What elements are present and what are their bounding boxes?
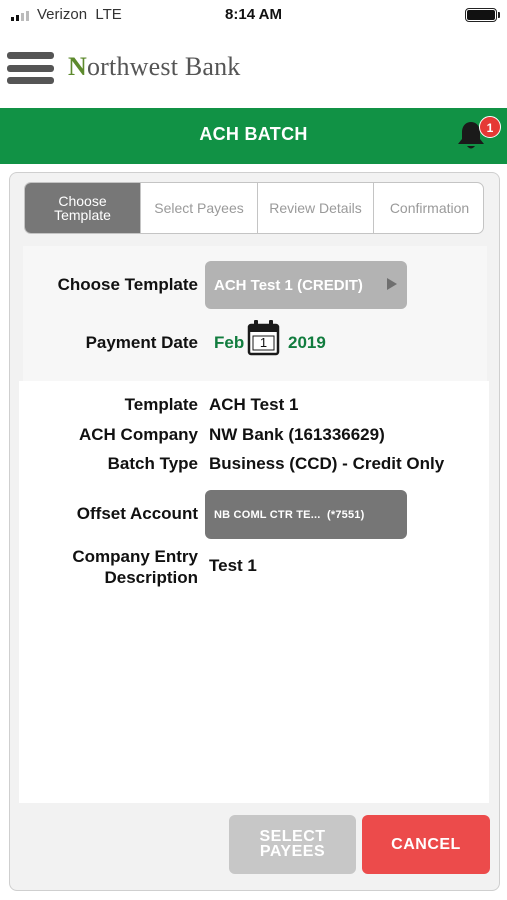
template-select-button[interactable]: ACH Test 1 (CREDIT): [205, 261, 407, 309]
cancel-button[interactable]: CANCEL: [362, 815, 490, 874]
step-choose-template[interactable]: Choose Template: [25, 183, 140, 233]
template-select-value: ACH Test 1 (CREDIT): [214, 276, 363, 294]
payment-date-month[interactable]: Feb: [214, 333, 244, 353]
step-confirmation[interactable]: Confirmation: [373, 183, 483, 233]
menu-icon[interactable]: [7, 52, 54, 84]
play-arrow-icon: [387, 278, 397, 290]
bank-logo: Northwest Bank: [68, 52, 241, 82]
choose-template-label: Choose Template: [57, 275, 198, 294]
select-payees-line2: PAYEES: [259, 843, 326, 860]
template-value: ACH Test 1: [209, 395, 299, 414]
title-bar: ACH BATCH: [0, 108, 507, 164]
notification-badge: 1: [479, 116, 501, 138]
batch-type-label: Batch Type: [107, 454, 198, 473]
logo-text: orthwest Bank: [86, 52, 241, 81]
status-time: 8:14 AM: [225, 6, 282, 23]
status-bar: Verizon LTE 8:14 AM: [0, 0, 507, 32]
select-payees-button[interactable]: SELECT PAYEES: [229, 815, 356, 874]
ach-company-label: ACH Company: [78, 425, 198, 444]
payment-date-label: Payment Date: [85, 333, 198, 352]
company-entry-value: Test 1: [209, 556, 257, 575]
offset-account-label: Offset Account: [76, 504, 198, 523]
step-review-details[interactable]: Review Details: [257, 183, 373, 233]
payment-date-day: 1: [259, 335, 268, 350]
batch-type-value: Business (CCD) - Credit Only: [209, 454, 445, 473]
logo-initial: N: [68, 52, 87, 81]
wizard-stepper: Choose Template Select Payees Review Deta…: [24, 182, 484, 234]
offset-account-value: NB COML CTR TE... (*7551): [214, 508, 365, 521]
page-title: ACH BATCH: [199, 124, 308, 144]
app-header: Northwest Bank: [0, 32, 507, 108]
battery-icon: [465, 8, 500, 22]
offset-account-select[interactable]: NB COML CTR TE... (*7551): [205, 490, 407, 539]
company-entry-label-line2: Description: [104, 568, 198, 587]
ach-company-value: NW Bank (161336629): [209, 425, 385, 444]
step-select-payees[interactable]: Select Payees: [140, 183, 257, 233]
company-entry-label-line1: Company Entry: [72, 547, 198, 566]
template-label: Template: [124, 395, 198, 414]
payment-date-year[interactable]: 2019: [288, 333, 326, 353]
step-label-line2: Template: [54, 207, 111, 223]
company-entry-label: Company Entry Description: [72, 546, 198, 588]
